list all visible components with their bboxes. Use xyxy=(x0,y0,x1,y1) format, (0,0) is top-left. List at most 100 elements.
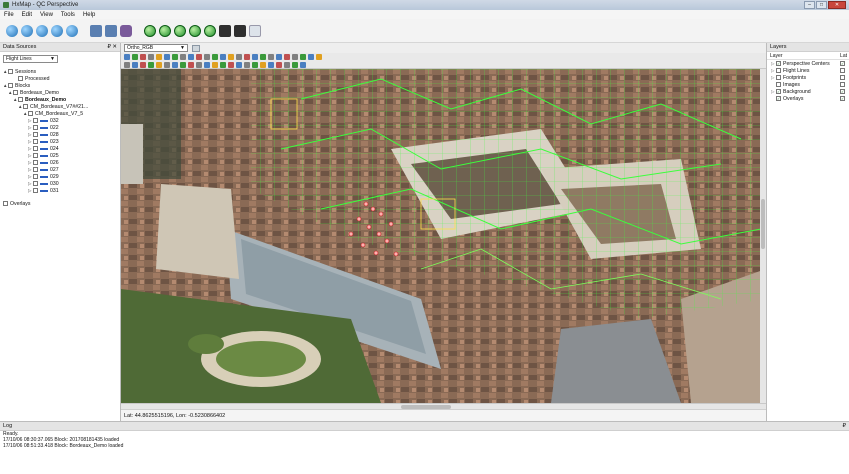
tree-item[interactable]: ▲ Blocks xyxy=(3,82,117,89)
layer-row[interactable]: Images xyxy=(767,81,849,88)
tree-item[interactable]: ▲ Bordeaux_Demo xyxy=(3,96,117,103)
tree-checkbox[interactable] xyxy=(33,188,38,193)
document-icon[interactable] xyxy=(234,24,246,37)
layer-label-checkbox[interactable] xyxy=(840,68,845,73)
map-view[interactable] xyxy=(121,69,766,403)
layer-label-checkbox[interactable]: ✓ xyxy=(840,96,845,101)
layer-row[interactable]: ✓ Overlays ✓ xyxy=(767,95,849,102)
minimize-button[interactable]: – xyxy=(804,1,815,9)
process-1-icon[interactable] xyxy=(159,24,171,37)
report-icon[interactable] xyxy=(219,24,231,37)
edit-tool-12-icon[interactable] xyxy=(212,61,218,68)
map-tool-14-icon[interactable] xyxy=(228,54,234,60)
tree-checkbox[interactable] xyxy=(33,167,38,172)
layer-label-checkbox[interactable]: ✓ xyxy=(840,61,845,66)
layer-visible-checkbox[interactable] xyxy=(776,75,781,80)
edit-tool-10-icon[interactable] xyxy=(196,61,202,68)
edit-tool-5-icon[interactable] xyxy=(156,61,162,68)
map-tool-25-icon[interactable] xyxy=(316,54,322,60)
map-tool-21-icon[interactable] xyxy=(284,54,290,60)
map-tool-24-icon[interactable] xyxy=(308,54,314,60)
edit-tool-17-icon[interactable] xyxy=(252,61,258,68)
camera-icon[interactable] xyxy=(144,24,156,37)
scroll-thumb[interactable] xyxy=(761,199,765,249)
menu-edit[interactable]: Edit xyxy=(22,12,32,18)
map-tool-19-icon[interactable] xyxy=(268,54,274,60)
map-tool-2-icon[interactable] xyxy=(132,54,138,60)
tree-item[interactable]: ▷ 022 xyxy=(3,124,117,131)
edit-tool-4-icon[interactable] xyxy=(148,61,154,68)
layer-label-checkbox[interactable] xyxy=(840,75,845,80)
flight-lines-dropdown[interactable]: Flight Lines ▼ xyxy=(3,55,58,63)
map-tool-12-icon[interactable] xyxy=(212,54,218,60)
overlays-checkbox[interactable] xyxy=(3,201,8,206)
maximize-button[interactable]: □ xyxy=(816,1,827,9)
globe-layers-icon[interactable] xyxy=(21,24,33,37)
map-tool-20-icon[interactable] xyxy=(276,54,282,60)
layer-visible-checkbox[interactable]: ✓ xyxy=(776,96,781,101)
layer-visible-checkbox[interactable]: ✓ xyxy=(776,61,781,66)
edit-tool-20-icon[interactable] xyxy=(276,61,282,68)
map-tool-9-icon[interactable] xyxy=(188,54,194,60)
map-tool-17-icon[interactable] xyxy=(252,54,258,60)
tree-checkbox[interactable] xyxy=(28,111,33,116)
layer-row[interactable]: ▷ Flight Lines xyxy=(767,67,849,74)
edit-tool-1-icon[interactable] xyxy=(124,61,130,68)
map-tool-1-icon[interactable] xyxy=(124,54,130,60)
process-3-icon[interactable] xyxy=(189,24,201,37)
save-icon[interactable] xyxy=(90,24,102,37)
layer-label-checkbox[interactable]: ✓ xyxy=(840,89,845,94)
pin-close-icon[interactable]: ₽ ✕ xyxy=(107,44,117,50)
menu-file[interactable]: File xyxy=(4,12,14,18)
export-icon[interactable] xyxy=(249,24,261,37)
tree-checkbox[interactable] xyxy=(33,118,38,123)
layer-visible-checkbox[interactable] xyxy=(776,68,781,73)
map-tool-22-icon[interactable] xyxy=(292,54,298,60)
tree-item[interactable]: ▷ 029 xyxy=(3,173,117,180)
tree-checkbox[interactable] xyxy=(33,146,38,151)
refresh-map-icon[interactable] xyxy=(192,44,200,52)
edit-tool-14-icon[interactable] xyxy=(228,61,234,68)
edit-tool-2-icon[interactable] xyxy=(132,61,138,68)
tree-checkbox[interactable] xyxy=(33,125,38,130)
edit-tool-16-icon[interactable] xyxy=(244,61,250,68)
map-tool-13-icon[interactable] xyxy=(220,54,226,60)
tree-item[interactable]: ▷ 026 xyxy=(3,159,117,166)
tree-item[interactable]: Processed xyxy=(3,75,117,82)
map-tool-16-icon[interactable] xyxy=(244,54,250,60)
tree-item[interactable]: ▷ 025 xyxy=(3,152,117,159)
edit-tool-9-icon[interactable] xyxy=(188,61,194,68)
tree-checkbox[interactable] xyxy=(33,174,38,179)
map-tool-5-icon[interactable] xyxy=(156,54,162,60)
tree-item[interactable]: ▷ 024 xyxy=(3,145,117,152)
map-tool-7-icon[interactable] xyxy=(172,54,178,60)
map-tool-4-icon[interactable] xyxy=(148,54,154,60)
layer-label-checkbox[interactable] xyxy=(840,82,845,87)
map-tool-3-icon[interactable] xyxy=(140,54,146,60)
edit-tool-22-icon[interactable] xyxy=(292,61,298,68)
tree-checkbox[interactable] xyxy=(8,83,13,88)
edit-tool-15-icon[interactable] xyxy=(236,61,242,68)
layer-row[interactable]: ▷ ✓ Perspective Centers ✓ xyxy=(767,60,849,67)
tree-checkbox[interactable] xyxy=(23,104,28,109)
tree-checkbox[interactable] xyxy=(18,97,23,102)
process-2-icon[interactable] xyxy=(174,24,186,37)
image-source-select[interactable]: Ortho_RGB ▼ xyxy=(124,44,188,52)
image-view-icon[interactable] xyxy=(105,24,117,37)
edit-tool-7-icon[interactable] xyxy=(172,61,178,68)
timer-icon[interactable] xyxy=(120,24,132,37)
layer-visible-checkbox[interactable]: ✓ xyxy=(776,89,781,94)
tree-item[interactable]: ▲ Sessions xyxy=(3,68,117,75)
layer-row[interactable]: ▷ Footprints xyxy=(767,74,849,81)
map-tool-8-icon[interactable] xyxy=(180,54,186,60)
close-button[interactable]: ✕ xyxy=(828,1,846,9)
globe-zoom-icon[interactable] xyxy=(51,24,63,37)
tree-checkbox[interactable] xyxy=(33,153,38,158)
pin-icon[interactable]: ₽ xyxy=(843,422,847,431)
tree-item[interactable]: ▲ Bordeaux_Demo xyxy=(3,89,117,96)
tree-checkbox[interactable] xyxy=(33,139,38,144)
tree-checkbox[interactable] xyxy=(13,90,18,95)
edit-tool-13-icon[interactable] xyxy=(220,61,226,68)
process-4-icon[interactable] xyxy=(204,24,216,37)
edit-tool-6-icon[interactable] xyxy=(164,61,170,68)
